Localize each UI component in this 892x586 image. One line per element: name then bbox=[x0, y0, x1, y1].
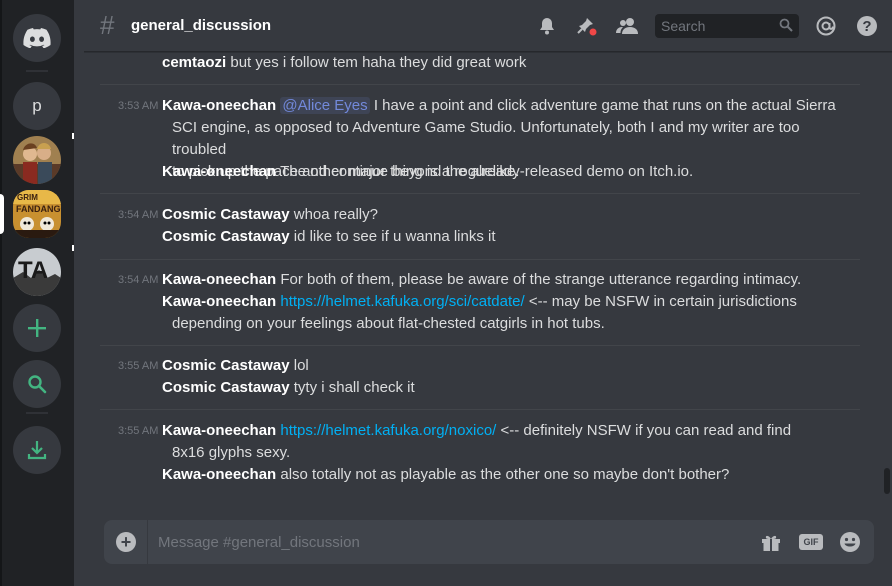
svg-text:FANDANGO: FANDANGO bbox=[16, 204, 61, 214]
message-text: <-- may be NSFW in certain jurisdictions bbox=[528, 293, 797, 310]
username[interactable]: Kawa-oneechan bbox=[162, 422, 276, 439]
timestamp: 3:54 AM bbox=[118, 209, 159, 221]
unread-indicator bbox=[72, 133, 74, 139]
message-divider bbox=[100, 84, 860, 85]
pin-icon[interactable] bbox=[575, 14, 599, 38]
username[interactable]: Cosmic Castaway bbox=[162, 357, 290, 374]
emoji-icon[interactable] bbox=[838, 530, 862, 554]
message-text: <-- definitely NSFW if you can read and … bbox=[500, 422, 792, 439]
message: cemtaozi but yes i follow tem haha they … bbox=[162, 53, 852, 74]
message-text: For both of them, please be aware of the… bbox=[280, 271, 802, 288]
server-p[interactable]: p bbox=[13, 82, 61, 130]
message-text: id like to see if u wanna links it bbox=[293, 228, 496, 245]
message-text: whoa really? bbox=[293, 206, 378, 223]
help-icon[interactable]: ? bbox=[855, 14, 879, 38]
svg-text:?: ? bbox=[862, 18, 871, 35]
message-text: but yes i follow tem haha they did great… bbox=[230, 54, 527, 71]
svg-text:GRIM: GRIM bbox=[17, 193, 38, 202]
channel-name: general_discussion bbox=[131, 17, 272, 34]
timestamp: 3:55 AM bbox=[118, 425, 159, 437]
username[interactable]: Cosmic Castaway bbox=[162, 379, 290, 396]
gift-icon[interactable] bbox=[759, 530, 783, 554]
svg-text:TA: TA bbox=[18, 257, 48, 284]
plus-icon bbox=[28, 319, 46, 337]
home-button[interactable] bbox=[13, 14, 61, 62]
message-list[interactable]: cemtaozi but yes i follow tem haha they … bbox=[84, 53, 884, 503]
message-text-continued: SCI engine, as opposed to Adventure Game… bbox=[172, 119, 800, 158]
message-text: I have a point and click adventure game … bbox=[373, 97, 836, 114]
gif-icon[interactable]: GIF bbox=[798, 530, 824, 554]
message: Cosmic Castaway id like to see if u wann… bbox=[162, 226, 852, 248]
message: Kawa-oneechan https://helmet.kafuka.org/… bbox=[162, 420, 852, 464]
username[interactable]: Kawa-oneechan bbox=[162, 163, 276, 180]
timestamp: 3:53 AM bbox=[118, 100, 159, 112]
message-text-continued: 8x16 glyphs sexy. bbox=[172, 444, 291, 461]
server-avatar-ta[interactable]: TA bbox=[13, 248, 61, 296]
chat-area: # general_discussion ? cemtaozi but yes … bbox=[84, 0, 892, 586]
message: Kawa-oneechan For both of them, please b… bbox=[162, 269, 852, 291]
explore-servers-button[interactable] bbox=[13, 360, 61, 408]
scrollbar-thumb[interactable] bbox=[884, 468, 890, 494]
message-text: also totally not as playable as the othe… bbox=[280, 466, 730, 483]
username[interactable]: Kawa-oneechan bbox=[162, 466, 276, 483]
message: Kawa-oneechan also totally not as playab… bbox=[162, 464, 852, 486]
mention-icon[interactable] bbox=[814, 14, 838, 38]
message-divider bbox=[100, 259, 860, 260]
message-link[interactable]: https://helmet.kafuka.org/noxico/ bbox=[280, 422, 496, 439]
user-mention[interactable]: @Alice Eyes bbox=[280, 97, 370, 114]
members-icon[interactable] bbox=[615, 14, 639, 38]
message-input[interactable] bbox=[158, 520, 718, 564]
download-apps-button[interactable] bbox=[13, 426, 61, 474]
magnifier-icon bbox=[779, 18, 793, 32]
search-box[interactable] bbox=[655, 14, 799, 38]
message: Kawa-oneechan The other major thing is a… bbox=[162, 161, 852, 183]
message-divider bbox=[100, 409, 860, 410]
bell-icon[interactable] bbox=[535, 14, 559, 38]
timestamp: 3:54 AM bbox=[118, 274, 159, 286]
username[interactable]: Kawa-oneechan bbox=[162, 271, 276, 288]
server-avatar-grim-fandango-icon: GRIM FANDANGO bbox=[13, 190, 61, 238]
server-rail: p GRIM FANDANGO bbox=[0, 0, 74, 586]
message-text: The other major thing is a roguelike. bbox=[280, 163, 520, 180]
username[interactable]: Cosmic Castaway bbox=[162, 228, 290, 245]
window-edge bbox=[0, 0, 2, 586]
message-text: lol bbox=[293, 357, 309, 374]
message-composer: + GIF bbox=[104, 520, 874, 564]
message: Cosmic Castaway whoa really? bbox=[162, 204, 852, 226]
message: Cosmic Castaway tyty i shall check it bbox=[162, 377, 852, 399]
rail-separator bbox=[26, 412, 48, 414]
username[interactable]: Cosmic Castaway bbox=[162, 206, 290, 223]
message-text-continued: depending on your feelings about flat-ch… bbox=[172, 315, 605, 332]
server-avatar-people[interactable] bbox=[13, 136, 61, 184]
rail-separator bbox=[26, 70, 48, 72]
channel-header: # general_discussion ? bbox=[84, 0, 892, 52]
timestamp: 3:55 AM bbox=[118, 360, 159, 372]
composer-separator bbox=[147, 520, 148, 564]
message-text: tyty i shall check it bbox=[293, 379, 415, 396]
search-icon bbox=[28, 375, 47, 394]
gif-label: GIF bbox=[803, 537, 819, 547]
hash-icon: # bbox=[100, 10, 115, 40]
username[interactable]: Kawa-oneechan bbox=[162, 97, 276, 114]
add-server-button[interactable] bbox=[13, 304, 61, 352]
message-divider bbox=[100, 345, 860, 346]
discord-logo-icon bbox=[23, 28, 51, 48]
unread-indicator bbox=[72, 245, 74, 251]
message-link[interactable]: https://helmet.kafuka.org/sci/catdate/ bbox=[280, 293, 524, 310]
message: Cosmic Castaway lol bbox=[162, 355, 852, 377]
search-input[interactable] bbox=[655, 14, 775, 38]
selected-server-pill bbox=[0, 194, 4, 234]
username[interactable]: Kawa-oneechan bbox=[162, 293, 276, 310]
server-avatar-grim-fandango[interactable]: GRIM FANDANGO bbox=[13, 190, 61, 238]
upload-plus-icon[interactable]: + bbox=[116, 532, 136, 552]
message-divider bbox=[100, 193, 860, 194]
server-avatar-people-icon bbox=[13, 136, 61, 184]
download-icon bbox=[27, 441, 47, 460]
username[interactable]: cemtaozi bbox=[162, 54, 226, 71]
server-avatar-ta-icon: TA bbox=[13, 248, 61, 296]
message: Kawa-oneechan https://helmet.kafuka.org/… bbox=[162, 291, 852, 335]
server-p-label: p bbox=[32, 96, 42, 115]
